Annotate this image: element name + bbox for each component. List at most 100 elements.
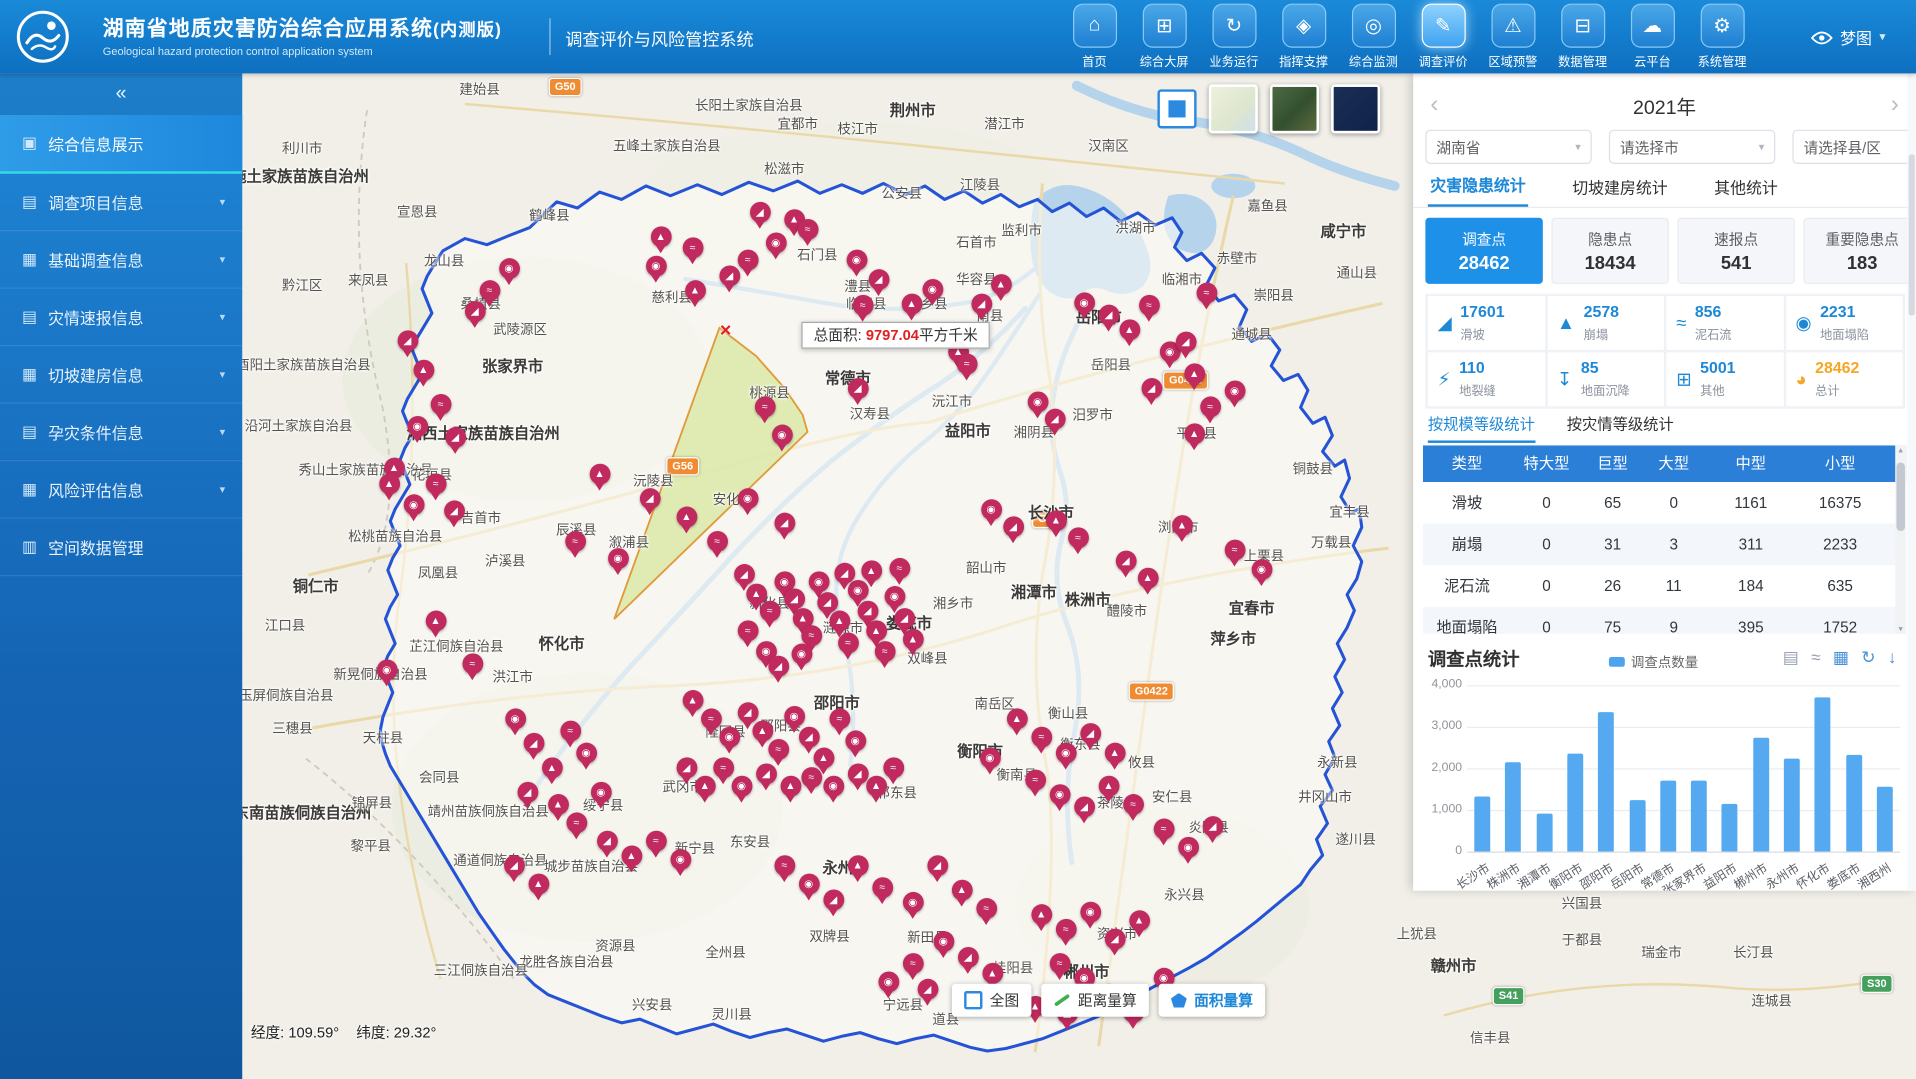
hazard-pin[interactable]: ◢ — [823, 889, 844, 910]
fullmap-button[interactable]: 全图 — [952, 984, 1032, 1017]
hazard-pin[interactable]: ▲ — [866, 620, 887, 641]
hazard-pin[interactable]: ▲ — [847, 855, 868, 876]
hazard-pin[interactable]: ▲ — [813, 748, 834, 769]
hazard-pin[interactable]: ◉ — [771, 425, 792, 446]
hazard-pin[interactable]: ◉ — [933, 931, 954, 952]
nav-item-command[interactable]: ◈指挥支撑 — [1269, 4, 1339, 70]
basemap-dark-thumb[interactable] — [1331, 84, 1380, 133]
hazard-pin[interactable]: ≈ — [430, 394, 451, 415]
hazard-pin[interactable]: ▲ — [746, 584, 767, 605]
hazard-pin[interactable]: ◢ — [733, 564, 754, 585]
hazard-pin[interactable]: ▲ — [1031, 904, 1052, 925]
hazard-pin[interactable]: ◢ — [1104, 929, 1125, 950]
hazard-pin[interactable]: ▲ — [1045, 510, 1066, 531]
nav-item-data-management[interactable]: ⊟数据管理 — [1548, 4, 1618, 70]
hazard-pin[interactable]: ≈ — [872, 877, 893, 898]
hazard-pin[interactable]: ◉ — [1224, 381, 1245, 402]
hazard-stat[interactable]: ≈856泥石流 — [1665, 295, 1784, 351]
hazard-pin[interactable]: ◉ — [645, 256, 666, 277]
hazard-pin[interactable]: ◢ — [445, 427, 466, 448]
hazard-pin[interactable]: ◉ — [846, 250, 867, 271]
hazard-pin[interactable]: ≈ — [768, 739, 789, 760]
hazard-pin[interactable]: ▲ — [866, 776, 887, 797]
hazard-pin[interactable]: ▲ — [379, 473, 400, 494]
hazard-pin[interactable]: ≈ — [479, 280, 500, 301]
hazard-pin[interactable]: ◉ — [1049, 784, 1070, 805]
hazard-pin[interactable]: ◉ — [1178, 837, 1199, 858]
hazard-stat[interactable]: ◕28462总计 — [1784, 351, 1903, 407]
hazard-pin[interactable]: ◉ — [981, 499, 1002, 520]
hazard-pin[interactable]: ◢ — [957, 947, 978, 968]
hazard-pin[interactable]: ◉ — [798, 874, 819, 895]
nav-item-survey-evaluation[interactable]: ✎调查评价 — [1408, 4, 1478, 70]
hazard-stat[interactable]: ↧85地面沉降 — [1546, 351, 1665, 407]
hazard-pin[interactable]: ◢ — [517, 782, 538, 803]
stat-card-survey-points[interactable]: 调查点28462 — [1425, 218, 1542, 284]
hazard-pin[interactable]: ≈ — [801, 767, 822, 788]
hazard-pin[interactable]: ◢ — [798, 727, 819, 748]
hazard-pin[interactable]: ▲ — [829, 611, 850, 632]
hazard-pin[interactable]: ◉ — [845, 730, 866, 751]
hazard-pin[interactable]: ≈ — [829, 708, 850, 729]
hazard-pin[interactable]: ◢ — [774, 513, 795, 534]
scroll-up-icon[interactable]: ▴ — [1895, 445, 1906, 455]
subtab-by-scale[interactable]: 按规模等级统计 — [1428, 411, 1535, 443]
hazard-pin[interactable]: ▲ — [694, 776, 715, 797]
data-view-icon[interactable]: ▤ — [1783, 648, 1799, 665]
hazard-pin[interactable]: ◢ — [1074, 796, 1095, 817]
hazard-pin[interactable]: ◢ — [784, 589, 805, 610]
hazard-pin[interactable]: ▲ — [861, 560, 882, 581]
hazard-pin[interactable]: ▲ — [541, 757, 562, 778]
tab-other-stats[interactable]: 其他统计 — [1712, 175, 1781, 207]
province-select[interactable]: 湖南省▾ — [1425, 130, 1591, 164]
hazard-pin[interactable]: ◉ — [765, 232, 786, 253]
hazard-pin[interactable]: ◉ — [731, 776, 752, 797]
hazard-pin[interactable]: ≈ — [737, 250, 758, 271]
sidebar-item-spatial-data[interactable]: ▥空间数据管理 — [0, 519, 242, 577]
layer-control-icon[interactable] — [1157, 89, 1196, 128]
hazard-pin[interactable]: ▲ — [1119, 319, 1140, 340]
hazard-pin[interactable]: ◢ — [596, 831, 617, 852]
sidebar-item-hazard-condition[interactable]: ▤孕灾条件信息▾ — [0, 404, 242, 462]
hazard-pin[interactable]: ≈ — [565, 531, 586, 552]
hazard-pin[interactable]: ≈ — [976, 898, 997, 919]
stat-card-hazard-points[interactable]: 隐患点18434 — [1551, 218, 1668, 284]
hazard-pin[interactable]: ≈ — [874, 641, 895, 662]
table-scrollbar[interactable]: ▴ ▾ — [1895, 445, 1906, 633]
hazard-pin[interactable]: ◢ — [1202, 816, 1223, 837]
hazard-pin[interactable]: ≈ — [1055, 919, 1076, 940]
tab-hazard-stats[interactable]: 灾害隐患统计 — [1428, 173, 1528, 207]
hazard-pin[interactable]: ≈ — [852, 295, 873, 316]
hazard-pin[interactable]: ▲ — [621, 845, 642, 866]
hazard-pin[interactable]: ◉ — [590, 782, 611, 803]
bar-chart-icon[interactable]: ▦ — [1833, 648, 1849, 665]
hazard-pin[interactable]: ≈ — [1196, 283, 1217, 304]
hazard-pin[interactable]: ▲ — [901, 294, 922, 315]
hazard-pin[interactable]: ≈ — [774, 855, 795, 876]
hazard-pin[interactable]: ≈ — [1031, 727, 1052, 748]
hazard-pin[interactable]: ◉ — [808, 571, 829, 592]
hazard-pin[interactable]: ◉ — [791, 644, 812, 665]
hazard-pin[interactable]: ≈ — [1200, 396, 1221, 417]
hazard-pin[interactable]: ≈ — [566, 812, 587, 833]
area-measure-button[interactable]: 面积量算 — [1159, 984, 1265, 1017]
hazard-pin[interactable]: ◢ — [847, 378, 868, 399]
hazard-pin[interactable]: ≈ — [902, 953, 923, 974]
hazard-stat[interactable]: ◢17601滑坡 — [1427, 295, 1546, 351]
hazard-pin[interactable]: ◉ — [670, 849, 691, 870]
hazard-pin[interactable]: ◉ — [1055, 743, 1076, 764]
hazard-pin[interactable]: ◉ — [1027, 392, 1048, 413]
hazard-pin[interactable]: ◉ — [878, 971, 899, 992]
nav-item-system-management[interactable]: ⚙系统管理 — [1687, 4, 1757, 70]
hazard-pin[interactable]: ◢ — [737, 702, 758, 723]
hazard-pin[interactable]: ◉ — [784, 706, 805, 727]
hazard-stat[interactable]: ⚡110地裂缝 — [1427, 351, 1546, 407]
hazard-pin[interactable]: ≈ — [1138, 295, 1159, 316]
panel-scrollbar[interactable] — [1907, 73, 1916, 890]
tab-slope-housing-stats[interactable]: 切坡建房统计 — [1570, 175, 1670, 207]
sidebar-item-slope-housing[interactable]: ▦切坡建房信息▾ — [0, 346, 242, 404]
nav-item-operation[interactable]: ↻业务运行 — [1199, 4, 1269, 70]
hazard-pin[interactable]: ≈ — [1224, 540, 1245, 561]
nav-item-home[interactable]: ⌂首页 — [1060, 4, 1130, 70]
year-next-button[interactable]: › — [1891, 88, 1899, 120]
